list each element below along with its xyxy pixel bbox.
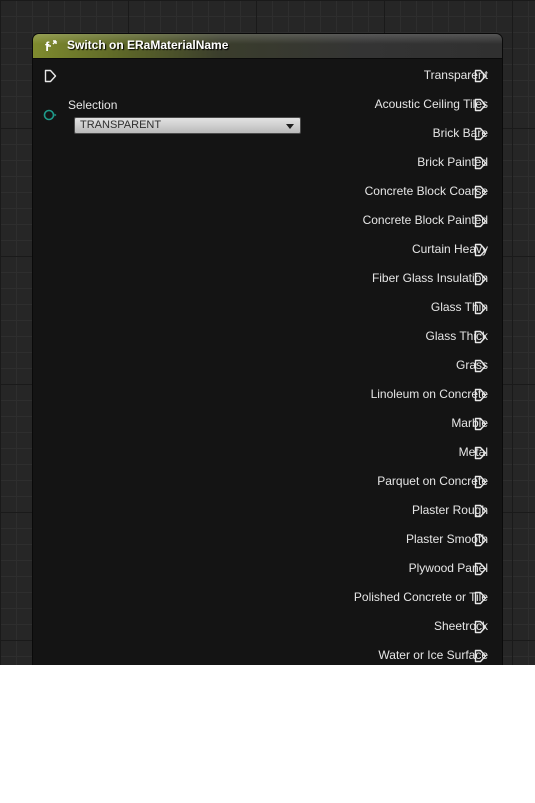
output-pin-row[interactable]: Concrete Block Painted [363,210,488,230]
chevron-down-icon [286,124,294,129]
output-pin-row[interactable]: Linoleum on Concrete [371,384,488,404]
exec-output-pin-icon[interactable] [474,127,487,141]
node-title: Switch on ERaMaterialName [67,38,229,52]
output-pin-row[interactable]: Water or Ice Surface [378,645,488,665]
output-pin-label: Water or Ice Surface [378,648,488,662]
output-pin-row[interactable]: Acoustic Ceiling Tiles [375,94,488,114]
exec-output-pin-icon[interactable] [474,330,487,344]
output-pin-row[interactable]: Fiber Glass Insulation [372,268,488,288]
empty-region [0,665,535,803]
output-pin-label: Parquet on Concrete [377,474,488,488]
exec-output-pin-icon[interactable] [474,69,487,83]
output-pin-label: Polished Concrete or Tile [353,590,488,604]
exec-output-pin-icon[interactable] [474,591,487,605]
selection-dropdown[interactable]: TRANSPARENT [74,117,301,134]
exec-output-pin-icon[interactable] [474,620,487,634]
output-pin-label: Acoustic Ceiling Tiles [374,97,488,111]
output-pin-label: Fiber Glass Insulation [371,271,488,285]
exec-output-pin-icon[interactable] [474,533,487,547]
exec-output-pin-icon[interactable] [474,185,487,199]
exec-output-pin-icon[interactable] [474,562,487,576]
exec-output-pin-icon[interactable] [474,417,487,431]
node-header[interactable]: f Switch on ERaMaterialName [33,34,502,59]
exec-input-pin-icon[interactable] [44,69,57,83]
exec-output-pin-icon[interactable] [474,388,487,402]
exec-output-pin-icon[interactable] [474,272,487,286]
exec-output-pin-icon[interactable] [474,475,487,489]
data-input-pin-icon[interactable] [43,108,57,122]
exec-output-pin-icon[interactable] [474,214,487,228]
exec-output-pin-icon[interactable] [474,446,487,460]
output-pin-row[interactable]: Parquet on Concrete [377,471,488,491]
output-pin-row[interactable]: Concrete Block Coarse [365,181,488,201]
selection-label: Selection [68,98,118,112]
exec-output-pin-icon[interactable] [474,243,487,257]
blueprint-graph-canvas[interactable]: f Switch on ERaMaterialName Selection TR… [0,0,535,665]
exec-output-pin-icon[interactable] [474,98,487,112]
output-pin-row[interactable]: Polished Concrete or Tile [354,587,488,607]
exec-output-pin-icon[interactable] [474,504,487,518]
output-pin-label: Linoleum on Concrete [370,387,488,401]
selection-dropdown-value: TRANSPARENT [80,119,162,131]
output-pin-label: Concrete Block Coarse [364,184,488,198]
exec-output-pin-icon[interactable] [474,649,487,663]
exec-output-pin-icon[interactable] [474,301,487,315]
exec-output-pin-icon[interactable] [474,156,487,170]
exec-output-pin-icon[interactable] [474,359,487,373]
switch-function-icon: f [45,39,57,54]
output-pin-label: Concrete Block Painted [362,213,488,227]
